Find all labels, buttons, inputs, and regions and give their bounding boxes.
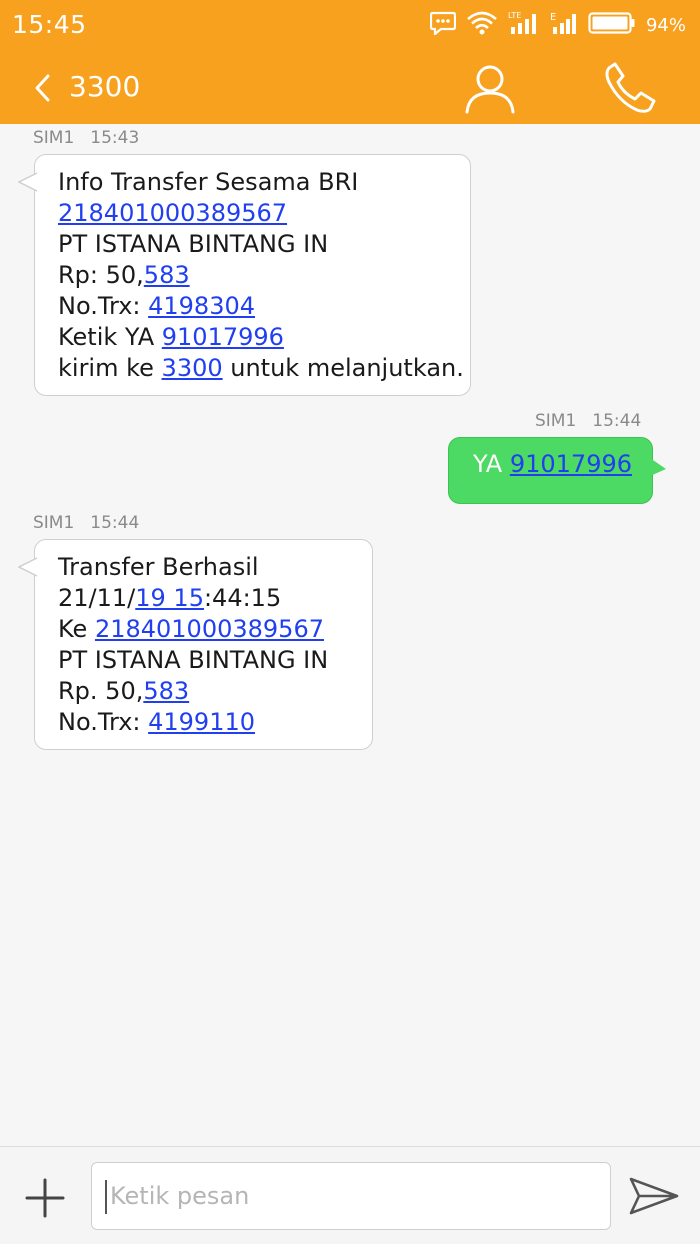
send-icon [629,1177,679,1215]
lte-signal-icon: LTE [508,10,540,40]
message-line: PT ISTANA BINTANG IN [58,646,329,674]
status-time: 15:45 [12,10,87,39]
status-bar: 15:45 LTE E 94% [0,0,700,50]
incoming-message-bubble[interactable]: Transfer Berhasil 21/11/19 15:44:15 Ke 2… [18,539,373,750]
message-time: 15:44 [90,513,140,533]
svg-text:LTE: LTE [508,11,521,20]
add-attachment-button[interactable] [24,1177,66,1219]
short-number-link[interactable]: 3300 [162,354,223,382]
svg-text:E: E [550,12,556,23]
account-number-link[interactable]: 218401000389567 [58,199,287,227]
message-line: Transfer Berhasil [58,553,259,581]
message-line: 218401000389567 [58,198,470,229]
number-link[interactable]: 583 [143,677,189,705]
message-meta: SIM1 15:44 [33,513,139,533]
message-line: No.Trx: 4198304 [58,292,256,320]
message-time: 15:43 [90,128,140,148]
message-line: Info Transfer Sesama BRI [58,168,359,196]
send-button[interactable] [628,1174,680,1218]
text-caret [105,1180,107,1214]
account-number-link[interactable]: 218401000389567 [95,615,324,643]
bubble-tail [18,557,38,577]
code-number-link[interactable]: 91017996 [162,323,284,351]
sim-label: SIM1 [33,128,75,148]
message-line: Rp. 50,583 [58,677,190,705]
number-link[interactable]: 19 15 [135,584,204,612]
back-chevron-icon [35,74,50,102]
contact-button[interactable] [462,60,518,116]
trx-number-link[interactable]: 4199110 [148,708,255,736]
trx-number-link[interactable]: 4198304 [148,292,255,320]
bubble-tail [650,458,666,476]
message-line: PT ISTANA BINTANG IN [58,230,329,258]
conversation-title: 3300 [69,70,141,103]
composer-bar [0,1146,700,1244]
back-button[interactable] [30,70,60,106]
message-meta: SIM1 15:43 [33,128,139,148]
message-notification-icon [429,11,457,39]
add-icon [25,1178,65,1218]
call-button[interactable] [601,60,659,116]
message-line: Ke 218401000389567 [58,615,324,643]
message-line: Ketik YA 91017996 [58,323,284,351]
message-line: 21/11/19 15:44:15 [58,584,282,612]
incoming-message-bubble[interactable]: Info Transfer Sesama BRI 218401000389567… [18,154,471,396]
message-line: Rp: 50,583 [58,261,190,289]
signal-icon: E [550,10,578,40]
message-line: kirim ke 3300 untuk melanjutkan. [58,354,464,382]
message-line: No.Trx: 4199110 [58,708,256,736]
battery-icon [588,11,636,39]
message-time: 15:44 [592,411,642,431]
message-input[interactable] [91,1162,611,1230]
phone-icon [605,62,656,113]
wifi-icon [466,10,498,40]
contact-icon [465,65,515,114]
number-link[interactable]: 583 [144,261,190,289]
bubble-tail [18,172,38,192]
message-line: YA 91017996 [473,450,632,478]
conversation-header: 3300 [0,50,700,124]
battery-percent: 94% [645,14,686,36]
sim-label: SIM1 [33,513,75,533]
outgoing-message-bubble[interactable]: YA 91017996 [448,437,666,504]
code-number-link[interactable]: 91017996 [510,450,632,478]
message-meta: SIM1 15:44 [535,411,641,431]
status-icons: LTE E 94% [420,10,686,40]
sim-label: SIM1 [535,411,577,431]
